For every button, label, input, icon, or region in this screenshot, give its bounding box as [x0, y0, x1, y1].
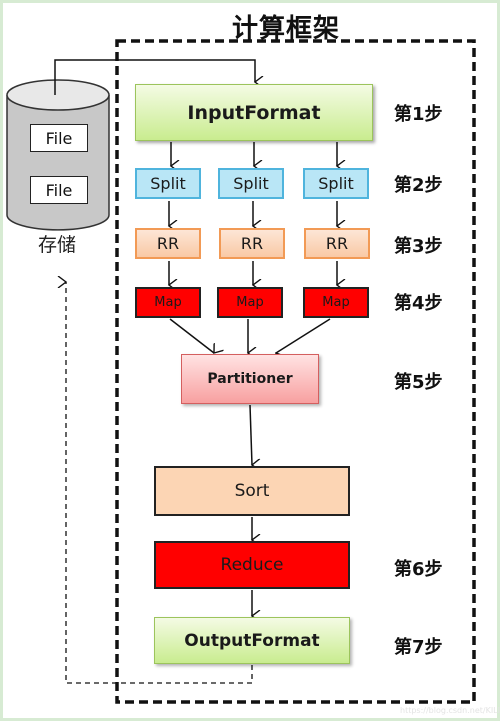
map-node-3: Map [303, 287, 369, 318]
split-node-1: Split [135, 168, 201, 199]
map-node-2: Map [217, 287, 283, 318]
file-doc-1: File [30, 124, 88, 152]
map-node-1: Map [135, 287, 201, 318]
sort-node: Sort [154, 466, 350, 516]
record-reader-node-1: RR [135, 228, 201, 259]
record-reader-node-2: RR [219, 228, 285, 259]
file-label: File [45, 180, 73, 200]
split-node-2: Split [218, 168, 284, 199]
watermark: https://blog.csdn.net/KILITOH [400, 706, 500, 715]
storage-cylinder-icon [6, 79, 110, 231]
step-label-3: 第3步 [394, 236, 443, 257]
file-label: File [45, 128, 73, 148]
arrow-partitioner-sort [249, 404, 252, 465]
step-label-4: 第4步 [394, 293, 443, 314]
input-format-node: InputFormat [135, 84, 373, 141]
partitioner-node: Partitioner [181, 354, 319, 404]
step-label-2: 第2步 [394, 175, 443, 196]
step-label-6: 第6步 [394, 559, 443, 580]
split-node-3: Split [303, 168, 369, 199]
step-label-5: 第5步 [394, 372, 443, 393]
output-format-node: OutputFormat [154, 617, 350, 664]
record-reader-node-3: RR [304, 228, 370, 259]
arrow-map-partitioner-1 [169, 318, 214, 353]
step-label-1: 第1步 [394, 104, 443, 125]
step-label-7: 第7步 [394, 637, 443, 658]
diagram-title: 计算框架 [232, 14, 341, 44]
storage-label: 存储 [38, 234, 77, 256]
reduce-node: Reduce [154, 541, 350, 589]
file-doc-2: File [30, 176, 88, 204]
arrow-map-partitioner-3 [276, 318, 331, 353]
